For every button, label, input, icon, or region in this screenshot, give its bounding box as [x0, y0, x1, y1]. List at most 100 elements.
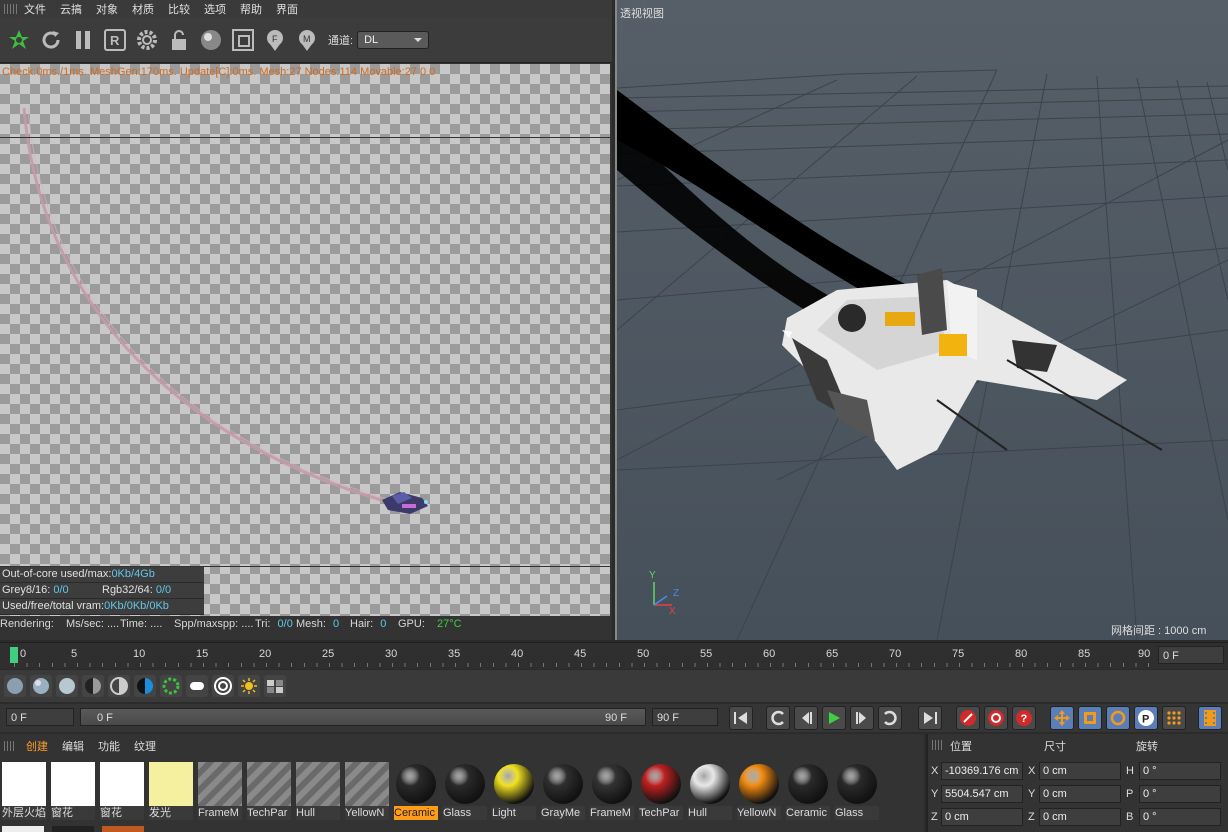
sun-icon[interactable]	[238, 675, 260, 697]
frame-range-slider[interactable]: 0 F 90 F	[80, 708, 646, 726]
menu-object[interactable]: 对象	[96, 1, 118, 17]
svg-text:F: F	[272, 34, 278, 44]
settings-icon[interactable]	[134, 27, 160, 53]
rotation-p-field[interactable]: 0 °	[1139, 785, 1221, 803]
menu-cloud[interactable]: 云搞	[60, 1, 82, 17]
material-swatch[interactable]: Ceramic	[786, 762, 830, 820]
svg-text:?: ?	[1021, 713, 1028, 725]
rotation-b-field[interactable]: 0 °	[1139, 808, 1221, 826]
focus-pick-icon[interactable]: F	[262, 27, 288, 53]
clipping-icon[interactable]	[230, 27, 256, 53]
specular-material-icon[interactable]	[56, 675, 78, 697]
material-swatch[interactable]: Glass	[443, 762, 487, 820]
grip-icon[interactable]	[932, 740, 942, 750]
material-swatch[interactable]: Hull	[688, 762, 732, 820]
param-key-icon[interactable]: P	[1134, 706, 1158, 730]
tab-create[interactable]: 创建	[26, 738, 48, 754]
menu-help[interactable]: 帮助	[240, 1, 262, 17]
scale-key-icon[interactable]	[1078, 706, 1102, 730]
move-key-icon[interactable]	[1050, 706, 1074, 730]
material-label: TechPar	[639, 806, 683, 820]
material-swatch[interactable]: 窗花	[51, 762, 95, 820]
rotation-h-field[interactable]: 0 °	[1139, 762, 1221, 780]
material-swatch-row-2	[0, 826, 144, 832]
tab-texture[interactable]: 纹理	[134, 738, 156, 754]
material-swatch[interactable]: 发光	[149, 762, 193, 820]
keyframe-help-icon[interactable]: ?	[1012, 706, 1036, 730]
go-to-start-button[interactable]	[729, 706, 753, 730]
material-swatch[interactable]: TechPar	[639, 762, 683, 820]
next-key-button[interactable]	[878, 706, 902, 730]
material-swatch[interactable]: Light	[492, 762, 536, 820]
point-level-icon[interactable]	[1162, 706, 1186, 730]
film-strip-icon[interactable]	[1198, 706, 1222, 730]
axis-y-label: Y	[1028, 788, 1036, 800]
position-y-field[interactable]: 5504.547 cm	[941, 785, 1023, 803]
menu-material[interactable]: 材质	[132, 1, 154, 17]
menu-compare[interactable]: 比较	[168, 1, 190, 17]
render-canvas[interactable]	[0, 64, 610, 616]
material-swatch[interactable]	[2, 826, 44, 832]
end-frame-field[interactable]: 90 F	[652, 708, 718, 726]
prev-frame-button[interactable]	[794, 706, 818, 730]
size-z-field[interactable]: 0 cm	[1039, 808, 1121, 826]
material-swatch[interactable]: TechPar	[247, 762, 291, 820]
material-pick-icon[interactable]: M	[294, 27, 320, 53]
channel-select[interactable]: DL	[357, 31, 430, 49]
material-swatch[interactable]: Ceramic	[394, 762, 438, 820]
position-z-field[interactable]: 0 cm	[941, 808, 1023, 826]
node-material-icon[interactable]	[160, 675, 182, 697]
material-swatch[interactable]: 窗花	[100, 762, 144, 820]
autokey-icon[interactable]	[984, 706, 1008, 730]
next-frame-button[interactable]	[850, 706, 874, 730]
rotate-key-icon[interactable]	[1106, 706, 1130, 730]
material-swatch[interactable]	[102, 826, 144, 832]
grip-icon[interactable]	[4, 4, 18, 14]
light-material-icon[interactable]	[186, 675, 208, 697]
size-x-field[interactable]: 0 cm	[1039, 762, 1121, 780]
material-ball-icon[interactable]	[198, 27, 224, 53]
hair-value: 0	[380, 618, 387, 630]
start-frame-field[interactable]: 0 F	[6, 708, 74, 726]
position-x-field[interactable]: -10369.176 cm	[941, 762, 1023, 780]
play-button[interactable]	[822, 706, 846, 730]
material-swatch[interactable]: YellowN	[345, 762, 389, 820]
diffuse-material-icon[interactable]	[4, 675, 26, 697]
menu-options[interactable]: 选项	[204, 1, 226, 17]
viewport-title[interactable]: 透视视图	[620, 5, 664, 21]
material-swatch[interactable]: FrameM	[590, 762, 634, 820]
material-swatch[interactable]	[52, 826, 94, 832]
menu-interface[interactable]: 界面	[276, 1, 298, 17]
render-icon[interactable]	[6, 27, 32, 53]
grip-icon[interactable]	[4, 741, 16, 751]
material-swatch[interactable]: 外层火焰	[2, 762, 46, 820]
material-swatch[interactable]: GrayMe	[541, 762, 585, 820]
menu-file[interactable]: 文件	[24, 1, 46, 17]
texture-icon[interactable]	[264, 675, 286, 697]
record-key-icon[interactable]	[956, 706, 980, 730]
size-y-field[interactable]: 0 cm	[1039, 785, 1121, 803]
tab-edit[interactable]: 编辑	[62, 738, 84, 754]
pause-icon[interactable]	[70, 27, 96, 53]
material-swatch[interactable]: Hull	[296, 762, 340, 820]
material-swatch[interactable]: YellowN	[737, 762, 781, 820]
prev-key-button[interactable]	[766, 706, 790, 730]
region-icon[interactable]: R	[102, 27, 128, 53]
tab-function[interactable]: 功能	[98, 738, 120, 754]
toon-material-icon[interactable]	[134, 675, 156, 697]
target-material-icon[interactable]	[212, 675, 234, 697]
refresh-icon[interactable]	[38, 27, 64, 53]
mix-material-icon[interactable]	[82, 675, 104, 697]
timeline-ruler[interactable]: 0 5 10 15 20 25 30 35 40 45 50 55 60 65 …	[0, 642, 1228, 669]
go-to-end-button[interactable]	[918, 706, 942, 730]
material-swatch[interactable]: FrameM	[198, 762, 242, 820]
perspective-viewport[interactable]: Y Z X	[615, 0, 1228, 640]
glossy-material-icon[interactable]	[30, 675, 52, 697]
current-frame-field[interactable]: 0 F	[1158, 646, 1224, 664]
hair-stat: Hair: 0	[350, 616, 390, 633]
material-swatch[interactable]: Glass	[835, 762, 879, 820]
lock-icon[interactable]	[166, 27, 192, 53]
portal-material-icon[interactable]	[108, 675, 130, 697]
playhead[interactable]	[10, 647, 18, 663]
spp-label: Spp/maxspp: ....	[174, 618, 254, 630]
